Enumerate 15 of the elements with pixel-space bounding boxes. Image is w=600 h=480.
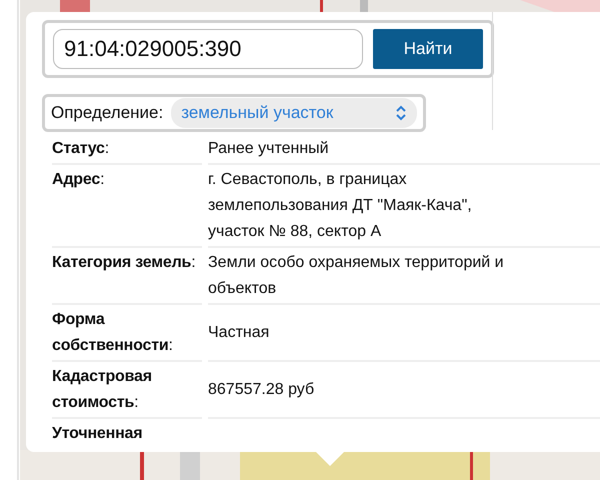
field-label: Статус: (52, 134, 202, 164)
field-label: Форма собственности: (52, 304, 202, 362)
search-field[interactable]: 91:04:029005:390 (53, 29, 363, 69)
field-value: г. Севастополь, в границах землепользования ДТ "Маяк-Кача", участок № 88, сектор А (208, 170, 473, 242)
field-value: Частная (208, 322, 270, 342)
search-button[interactable]: Найти (373, 29, 483, 69)
field-label: Адрес: (52, 164, 202, 248)
field-value: 867557.28 руб (208, 380, 314, 400)
field-label: Категория земель: (52, 248, 202, 304)
field-label: Уточненная (52, 424, 144, 444)
field-value: Земли особо охраняемых территорий и объектов (208, 252, 505, 298)
definition-label: Определение: (51, 102, 164, 124)
field-value: Ранее учтенный (208, 138, 329, 158)
field-label: Кадастровая стоимость: (52, 362, 202, 418)
chevron-icon (395, 104, 407, 121)
